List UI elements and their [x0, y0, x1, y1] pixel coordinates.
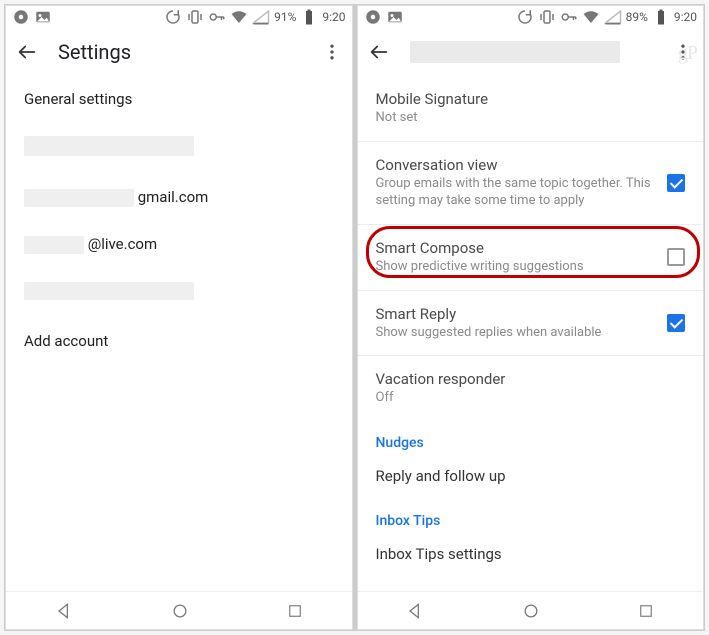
- screenshot-pair: 91% 9:20 Settings General settings gmail…: [4, 4, 705, 631]
- wifi-icon: [582, 8, 600, 26]
- key-icon: [560, 8, 578, 26]
- nudges-reply-follow-up[interactable]: Reply and follow up: [358, 457, 704, 499]
- nav-back-icon[interactable]: [405, 601, 425, 621]
- row-label: Inbox Tips settings: [376, 545, 502, 563]
- vibrate-icon: [186, 8, 204, 26]
- checkbox-unchecked-icon[interactable]: [667, 248, 685, 266]
- vibrate-icon: [538, 8, 556, 26]
- setting-subtitle: Show predictive writing suggestions: [376, 259, 656, 276]
- setting-title: Conversation view: [376, 156, 656, 174]
- android-nav-bar: [6, 591, 352, 629]
- circle-icon: [364, 8, 382, 26]
- battery-icon: [652, 8, 670, 26]
- clock-text: 9:20: [322, 10, 345, 24]
- app-bar: [358, 28, 704, 76]
- sync-icon: [164, 8, 182, 26]
- app-bar: Settings: [6, 28, 352, 76]
- general-settings-row[interactable]: General settings: [6, 76, 352, 122]
- setting-vacation-responder[interactable]: Vacation responder Off: [358, 356, 704, 421]
- sync-icon: [516, 8, 534, 26]
- phone-right: 89% 9:20 gP Mobile Signature Not set Con…: [357, 5, 705, 630]
- checkbox-checked-icon[interactable]: [667, 314, 685, 332]
- account-row-live[interactable]: @live.com: [6, 221, 352, 268]
- redacted-text: [24, 236, 84, 254]
- account-row-redacted-1[interactable]: [6, 122, 352, 174]
- section-inbox-tips-label: Inbox Tips: [358, 499, 704, 535]
- redacted-title: [410, 41, 620, 63]
- general-settings-label: General settings: [24, 90, 132, 108]
- battery-text: 91%: [274, 10, 296, 24]
- signal-icon: [252, 8, 270, 26]
- android-nav-bar: [358, 591, 704, 629]
- nav-recent-icon[interactable]: [286, 602, 304, 620]
- setting-subtitle: Show suggested replies when available: [376, 325, 656, 342]
- image-icon: [386, 8, 404, 26]
- key-icon: [208, 8, 226, 26]
- checkbox-checked-icon[interactable]: [667, 174, 685, 192]
- redacted-text: [24, 136, 194, 156]
- clock-text: 9:20: [674, 10, 697, 24]
- overflow-menu-icon[interactable]: [322, 42, 342, 62]
- settings-list: Mobile Signature Not set Conversation vi…: [358, 76, 704, 591]
- redacted-text: [24, 189, 134, 207]
- setting-title: Vacation responder: [376, 370, 686, 388]
- battery-text: 89%: [626, 10, 648, 24]
- image-icon: [34, 8, 52, 26]
- add-account-label: Add account: [24, 332, 108, 350]
- setting-conversation-view[interactable]: Conversation view Group emails with the …: [358, 142, 704, 225]
- section-nudges-label: Nudges: [358, 421, 704, 457]
- wifi-icon: [230, 8, 248, 26]
- account-suffix-label: @live.com: [88, 235, 157, 253]
- add-account-row[interactable]: Add account: [6, 318, 352, 364]
- page-title: Settings: [58, 40, 302, 64]
- phone-left: 91% 9:20 Settings General settings gmail…: [5, 5, 353, 630]
- back-icon[interactable]: [368, 41, 390, 63]
- setting-mobile-signature[interactable]: Mobile Signature Not set: [358, 76, 704, 142]
- inbox-tips-settings[interactable]: Inbox Tips settings: [358, 535, 704, 569]
- setting-title: Smart Reply: [376, 305, 656, 323]
- settings-list: General settings gmail.com @live.com Add…: [6, 76, 352, 591]
- nav-recent-icon[interactable]: [637, 602, 655, 620]
- status-bar: 89% 9:20: [358, 6, 704, 28]
- nav-home-icon[interactable]: [170, 601, 190, 621]
- signal-icon: [604, 8, 622, 26]
- back-icon[interactable]: [16, 41, 38, 63]
- circle-icon: [12, 8, 30, 26]
- redacted-text: [24, 282, 194, 300]
- battery-icon: [300, 8, 318, 26]
- setting-title: Mobile Signature: [376, 90, 686, 108]
- row-label: Reply and follow up: [376, 467, 506, 485]
- setting-subtitle: Off: [376, 390, 686, 407]
- setting-subtitle: Not set: [376, 110, 686, 127]
- overflow-menu-icon[interactable]: [673, 42, 693, 62]
- account-suffix-label: gmail.com: [138, 188, 209, 206]
- account-row-gmail[interactable]: gmail.com: [6, 174, 352, 221]
- setting-title: Smart Compose: [376, 239, 656, 257]
- setting-smart-compose[interactable]: Smart Compose Show predictive writing su…: [358, 225, 704, 291]
- status-bar: 91% 9:20: [6, 6, 352, 28]
- nav-back-icon[interactable]: [54, 601, 74, 621]
- account-row-redacted-2[interactable]: [6, 268, 352, 318]
- setting-subtitle: Group emails with the same topic togethe…: [376, 176, 656, 210]
- nav-home-icon[interactable]: [521, 601, 541, 621]
- setting-smart-reply[interactable]: Smart Reply Show suggested replies when …: [358, 291, 704, 357]
